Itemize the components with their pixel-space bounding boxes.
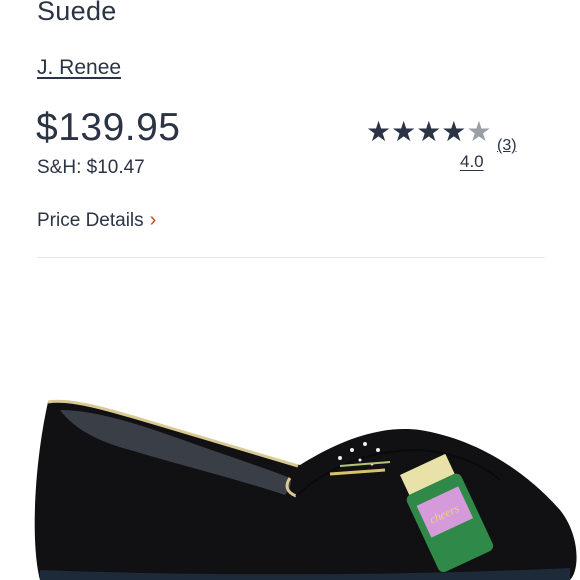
brand-link[interactable]: J. Renee [37, 56, 121, 80]
rating-score-link[interactable]: 4.0 [460, 152, 484, 172]
product-title: Suede [37, 0, 117, 26]
review-count-link[interactable]: (3) [497, 137, 517, 155]
price-details-label: Price Details [37, 210, 144, 231]
star-rating: ★★★★★ [366, 118, 492, 146]
divider [37, 257, 545, 258]
product-price: $139.95 [36, 106, 181, 149]
filled-stars-icon: ★★★★ [366, 116, 467, 147]
empty-star-icon: ★ [466, 116, 492, 147]
chevron-right-icon: › [149, 209, 157, 231]
shipping-cost: S&H: $10.47 [37, 157, 145, 178]
product-image: cheers [34, 399, 577, 580]
rating-summary[interactable]: ★★★★★ (3) 4.0 [366, 118, 536, 178]
price-details-button[interactable]: Price Details › [37, 209, 156, 232]
